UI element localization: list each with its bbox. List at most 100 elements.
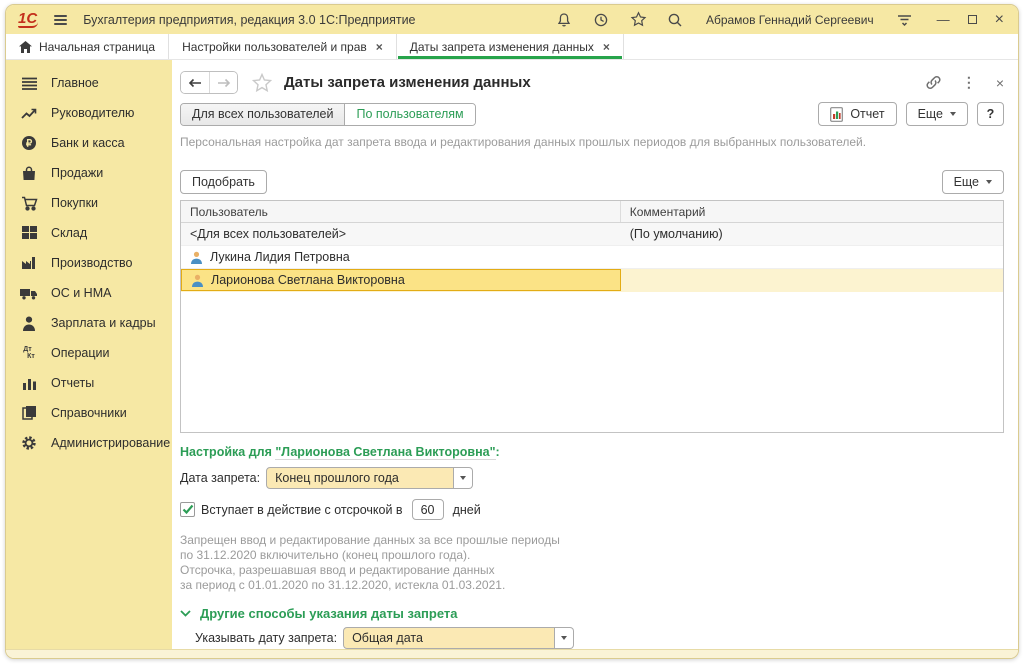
deferral-units-label: дней bbox=[453, 503, 481, 517]
sidebar-item-glavnoe[interactable]: Главное bbox=[6, 68, 172, 98]
sidebar-item-bank-kassa[interactable]: ₽ Банк и касса bbox=[6, 128, 172, 158]
svg-text:₽: ₽ bbox=[26, 139, 33, 150]
person-icon bbox=[20, 315, 38, 331]
current-user-name[interactable]: Абрамов Геннадий Сергеевич bbox=[706, 13, 874, 27]
tab-close-icon[interactable]: × bbox=[376, 40, 383, 54]
form-more-icon[interactable]: ⋮ bbox=[962, 74, 976, 91]
sidebar-item-spravochniki[interactable]: Справочники bbox=[6, 398, 172, 428]
table-row-all-users[interactable]: <Для всех пользователей> (По умолчанию) bbox=[181, 223, 1003, 246]
pick-users-button[interactable]: Подобрать bbox=[180, 170, 267, 194]
tab-close-icon[interactable]: × bbox=[603, 40, 610, 54]
settings-heading: Настройка для "Ларионова Светлана Виктор… bbox=[180, 445, 1004, 459]
table-row-larionova-selected[interactable]: Ларионова Светлана Викторовна bbox=[181, 269, 1003, 292]
sidebar-item-label: Покупки bbox=[51, 196, 98, 210]
column-header-comment[interactable]: Комментарий bbox=[621, 205, 1003, 219]
chevron-down-icon bbox=[986, 180, 992, 184]
1c-logo-icon: 1С bbox=[18, 12, 38, 28]
deferral-checkbox[interactable] bbox=[180, 502, 195, 517]
sidebar-item-administrirovanie[interactable]: Администрирование bbox=[6, 428, 172, 458]
book-icon bbox=[20, 405, 38, 421]
report-icon bbox=[830, 107, 843, 122]
service-menu-icon[interactable] bbox=[896, 11, 913, 28]
favorites-star-icon[interactable] bbox=[630, 11, 647, 28]
warehouse-icon bbox=[20, 225, 38, 241]
tab-bar: Начальная страница Настройки пользовател… bbox=[6, 34, 1018, 60]
chevron-down-icon bbox=[950, 112, 956, 116]
checkmark-icon bbox=[182, 504, 194, 515]
sidebar-item-rukovoditelyu[interactable]: Руководителю bbox=[6, 98, 172, 128]
report-button[interactable]: Отчет bbox=[818, 102, 896, 126]
sidebar-item-pokupki[interactable]: Покупки bbox=[6, 188, 172, 218]
table-header-row: Пользователь Комментарий bbox=[181, 201, 1003, 223]
maximize-button[interactable] bbox=[968, 15, 977, 24]
restriction-info-text: Запрещен ввод и редактирование данных за… bbox=[180, 533, 1004, 593]
users-table: Пользователь Комментарий <Для всех польз… bbox=[180, 200, 1004, 433]
menu-lines-icon bbox=[20, 75, 38, 91]
tab-user-rights[interactable]: Настройки пользователей и прав × bbox=[169, 34, 397, 59]
trend-icon bbox=[20, 105, 38, 121]
title-bar: 1С Бухгалтерия предприятия, редакция 3.0… bbox=[6, 5, 1018, 34]
deferral-days-input[interactable]: 60 bbox=[412, 499, 444, 520]
chevron-down-icon bbox=[180, 610, 191, 617]
tab-user-rights-label: Настройки пользователей и прав bbox=[182, 40, 367, 54]
user-cell: <Для всех пользователей> bbox=[190, 227, 346, 241]
specify-date-combobox[interactable]: Общая дата bbox=[343, 627, 574, 649]
specify-date-value[interactable]: Общая дата bbox=[343, 627, 555, 649]
sidebar-item-label: Главное bbox=[51, 76, 99, 90]
dt-kt-icon: Дт Кт bbox=[20, 345, 38, 361]
bag-icon bbox=[20, 165, 38, 181]
tab-home-label: Начальная страница bbox=[39, 40, 155, 54]
favorite-star-icon[interactable] bbox=[252, 73, 272, 92]
factory-icon bbox=[20, 255, 38, 271]
nav-forward-button[interactable] bbox=[209, 72, 237, 93]
date-restriction-combobox[interactable]: Конец прошлого года bbox=[266, 467, 473, 489]
sidebar-item-label: Администрирование bbox=[51, 436, 170, 450]
search-icon[interactable] bbox=[667, 11, 684, 28]
help-button[interactable]: ? bbox=[977, 102, 1004, 126]
window-title: Бухгалтерия предприятия, редакция 3.0 1С… bbox=[83, 13, 415, 27]
more-button-label: Еще bbox=[954, 175, 979, 189]
combo-dropdown-button[interactable] bbox=[454, 467, 473, 489]
close-window-button[interactable]: × bbox=[995, 13, 1004, 26]
column-header-user[interactable]: Пользователь bbox=[181, 201, 621, 222]
chart-icon bbox=[20, 375, 38, 391]
sidebar: Главное Руководителю ₽ Банк и касса Прод… bbox=[6, 60, 172, 649]
segment-per-user[interactable]: По пользователям bbox=[345, 104, 474, 125]
sidebar-item-label: ОС и НМА bbox=[51, 286, 111, 300]
app-window: 1С Бухгалтерия предприятия, редакция 3.0… bbox=[5, 4, 1019, 659]
combo-dropdown-button[interactable] bbox=[555, 627, 574, 649]
date-restriction-value[interactable]: Конец прошлого года bbox=[266, 467, 454, 489]
more-button-list[interactable]: Еще bbox=[942, 170, 1004, 194]
report-button-label: Отчет bbox=[850, 107, 884, 121]
sidebar-item-prodazhi[interactable]: Продажи bbox=[6, 158, 172, 188]
notifications-bell-icon[interactable] bbox=[556, 11, 573, 28]
history-icon[interactable] bbox=[593, 11, 610, 28]
sidebar-item-otchety[interactable]: Отчеты bbox=[6, 368, 172, 398]
tab-home[interactable]: Начальная страница bbox=[6, 34, 169, 59]
nav-back-button[interactable] bbox=[181, 72, 209, 93]
sidebar-item-label: Зарплата и кадры bbox=[51, 316, 156, 330]
user-mode-segmented-control: Для всех пользователей По пользователям bbox=[180, 103, 476, 126]
deferral-label: Вступает в действие с отсрочкой в bbox=[201, 503, 403, 517]
minimize-button[interactable]: — bbox=[937, 13, 950, 26]
chevron-down-icon bbox=[460, 476, 466, 480]
main-menu-icon[interactable] bbox=[54, 15, 67, 25]
tab-restriction-dates[interactable]: Даты запрета изменения данных × bbox=[397, 34, 624, 59]
sidebar-item-os-nma[interactable]: ОС и НМА bbox=[6, 278, 172, 308]
sidebar-item-operacii[interactable]: Дт Кт Операции bbox=[6, 338, 172, 368]
sidebar-item-proizvodstvo[interactable]: Производство bbox=[6, 248, 172, 278]
sidebar-item-sklad[interactable]: Склад bbox=[6, 218, 172, 248]
table-row-lukina[interactable]: Лукина Лидия Петровна bbox=[181, 246, 1003, 269]
get-link-icon[interactable] bbox=[925, 75, 942, 90]
tab-restriction-dates-label: Даты запрета изменения данных bbox=[410, 40, 594, 54]
close-form-icon[interactable]: × bbox=[996, 75, 1004, 91]
main-panel: Даты запрета изменения данных ⋮ × Для вс… bbox=[172, 60, 1018, 649]
other-methods-section-header[interactable]: Другие способы указания даты запрета bbox=[180, 606, 1004, 621]
sidebar-item-label: Производство bbox=[51, 256, 133, 270]
other-methods-title: Другие способы указания даты запрета bbox=[200, 606, 458, 621]
more-button-top[interactable]: Еще bbox=[906, 102, 968, 126]
segment-all-users[interactable]: Для всех пользователей bbox=[181, 104, 345, 125]
sidebar-item-zarplata-kadry[interactable]: Зарплата и кадры bbox=[6, 308, 172, 338]
more-button-label: Еще bbox=[918, 107, 943, 121]
specify-date-label: Указывать дату запрета: bbox=[195, 631, 337, 645]
